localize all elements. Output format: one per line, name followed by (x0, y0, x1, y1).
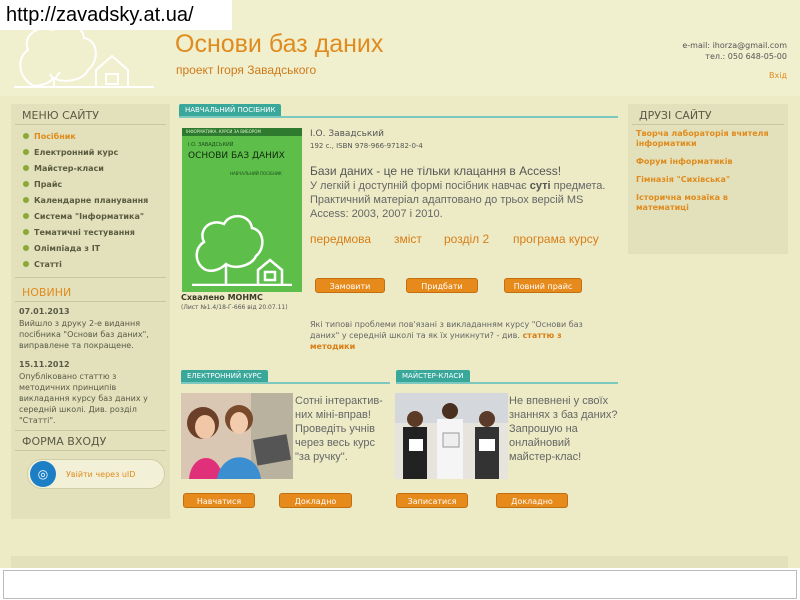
book-series: ІНФОРМАТИКА. КУРСИ ЗА ВИБОРОМ (182, 128, 302, 136)
book-author-name: І.О. Завадський (310, 129, 385, 139)
link-chapter-2[interactable]: розділ 2 (444, 232, 489, 246)
masterclass-text: Не впевнені у своїх знаннях з баз даних?… (509, 395, 618, 463)
menu-item-tests[interactable]: Тематичні тестування (23, 225, 170, 241)
menu-item-system[interactable]: Система "Інформатика" (23, 209, 170, 225)
ecourse-details-button[interactable]: Докладно (279, 493, 352, 508)
signup-button[interactable]: Записатися (396, 493, 468, 508)
friend-link-lab[interactable]: Творча лабораторія вчителя інформатики (636, 129, 780, 149)
friends-list: Творча лабораторія вчителя інформатики Ф… (628, 125, 788, 225)
news-text: Вийшло з друку 2-е видання посібника "Ос… (19, 319, 149, 350)
right-sidebar: ДРУЗІ САЙТУ Творча лабораторія вчителя і… (628, 104, 788, 254)
book-isbn: 192 с., ISBN 978-966-97182-0-4 (310, 142, 423, 150)
book-heading: Бази даних - це не тільки клацання в Acc… (310, 164, 562, 178)
menu-item-olympiad[interactable]: Олімпіада з ІТ (23, 241, 170, 257)
section-divider (396, 382, 618, 384)
book-title: ОСНОВИ БАЗ ДАНИХ (188, 151, 285, 161)
url-label: http://zavadsky.at.ua/ (0, 0, 232, 30)
page: Основи баз даних проект Ігоря Завадськог… (0, 0, 800, 600)
bottom-box (3, 570, 797, 599)
tree-house-icon (192, 215, 292, 286)
news-text: Опубліковано статтю з методичних принцип… (19, 372, 148, 425)
book-cover: ІНФОРМАТИКА. КУРСИ ЗА ВИБОРОМ І.О. ЗАВАД… (182, 128, 302, 292)
menu-item-label: Олімпіада з ІТ (34, 244, 101, 253)
friend-link-mosaic[interactable]: Історична мозаїка в математиці (636, 193, 780, 213)
contacts: e-mail: ihorza@gmail.com тел.: 050 648-0… (682, 40, 787, 62)
learn-button[interactable]: Навчатися (183, 493, 255, 508)
approved-label: Схвалено МОНМС (181, 293, 263, 302)
menu-item-label: Прайс (34, 180, 63, 189)
book-author: І.О. ЗАВАДСЬКИЙ (188, 142, 234, 148)
bullet-icon (23, 197, 29, 203)
buy-button[interactable]: Придбати (406, 278, 478, 293)
approved-letter: (Лист №1.4/18-Г-666 від 20.07.11) (181, 304, 288, 311)
link-contents[interactable]: зміст (394, 232, 422, 246)
login-form-title: ФОРМА ВХОДУ (15, 430, 166, 451)
teachers-photo (395, 393, 508, 479)
desc-text: У легкій і доступній формі посібник навч… (310, 180, 530, 192)
site-title: Основи баз даних (175, 30, 384, 58)
menu-item-label: Майстер-класи (34, 164, 104, 173)
menu-item-posibnyk[interactable]: Посібник (23, 129, 170, 145)
bullet-icon (23, 149, 29, 155)
desc-bold: суті (529, 180, 551, 192)
menu-item-articles[interactable]: Статті (23, 257, 170, 273)
bullet-icon (23, 181, 29, 187)
menu-item-label: Статті (34, 260, 62, 269)
menu-item-ecourse[interactable]: Електронний курс (23, 145, 170, 161)
link-program[interactable]: програма курсу (513, 232, 599, 246)
problems-note: Які типові проблеми пов'язані з викладан… (310, 319, 605, 352)
menu-item-label: Електронний курс (34, 148, 119, 157)
uid-login-button[interactable]: ◎ Увійти через uID (27, 459, 165, 489)
news-item: 15.11.2012 Опубліковано статтю з методич… (11, 355, 170, 430)
students-photo (181, 393, 293, 479)
news-date: 07.01.2013 (19, 307, 70, 316)
news-title: НОВИНИ (15, 277, 166, 302)
menu-item-price[interactable]: Прайс (23, 177, 170, 193)
friends-title: ДРУЗІ САЙТУ (632, 104, 784, 125)
order-button[interactable]: Замовити (315, 278, 385, 293)
bullet-icon (23, 133, 29, 139)
book-description: У легкій і доступній формі посібник навч… (310, 179, 620, 221)
ecourse-text: Сотні інтерактив-них міні-вправ! Проведі… (295, 395, 383, 463)
menu-title: МЕНЮ САЙТУ (15, 104, 166, 125)
section-divider (179, 116, 618, 118)
full-price-button[interactable]: Повний прайс (504, 278, 582, 293)
uid-login-label: Увійти через uID (66, 469, 136, 479)
friend-link-forum[interactable]: Форум інформатиків (636, 157, 780, 167)
menu-item-label: Тематичні тестування (34, 228, 135, 237)
bullet-icon (23, 245, 29, 251)
news-item: 07.01.2013 Вийшло з друку 2-е видання по… (11, 302, 170, 355)
link-preface[interactable]: передмова (310, 232, 371, 246)
bullet-icon (23, 229, 29, 235)
left-sidebar: МЕНЮ САЙТУ Посібник Електронний курс Май… (11, 104, 170, 519)
site-menu: Посібник Електронний курс Майстер-класи … (11, 125, 170, 277)
menu-item-label: Календарне планування (34, 196, 149, 205)
menu-item-label: Посібник (34, 132, 76, 141)
section-divider (181, 382, 390, 384)
menu-item-label: Система "Інформатика" (34, 212, 145, 221)
bullet-icon (23, 213, 29, 219)
uid-logo-icon: ◎ (30, 461, 56, 487)
bullet-icon (23, 165, 29, 171)
contact-email: e-mail: ihorza@gmail.com (682, 41, 787, 50)
site-subtitle: проект Ігоря Завадського (176, 63, 317, 77)
masterclass-details-button[interactable]: Докладно (496, 493, 568, 508)
menu-item-calendar[interactable]: Календарне планування (23, 193, 170, 209)
menu-item-masterclasses[interactable]: Майстер-класи (23, 161, 170, 177)
news-date: 15.11.2012 (19, 360, 70, 369)
login-link[interactable]: Вхід (769, 71, 787, 80)
contact-phone: тел.: 050 648-05-00 (705, 52, 787, 61)
bullet-icon (23, 261, 29, 267)
book-kind: НАВЧАЛЬНИЙ ПОСІБНИК (230, 171, 282, 176)
friend-link-gymnasium[interactable]: Гімназія "Сихівська" (636, 175, 780, 185)
